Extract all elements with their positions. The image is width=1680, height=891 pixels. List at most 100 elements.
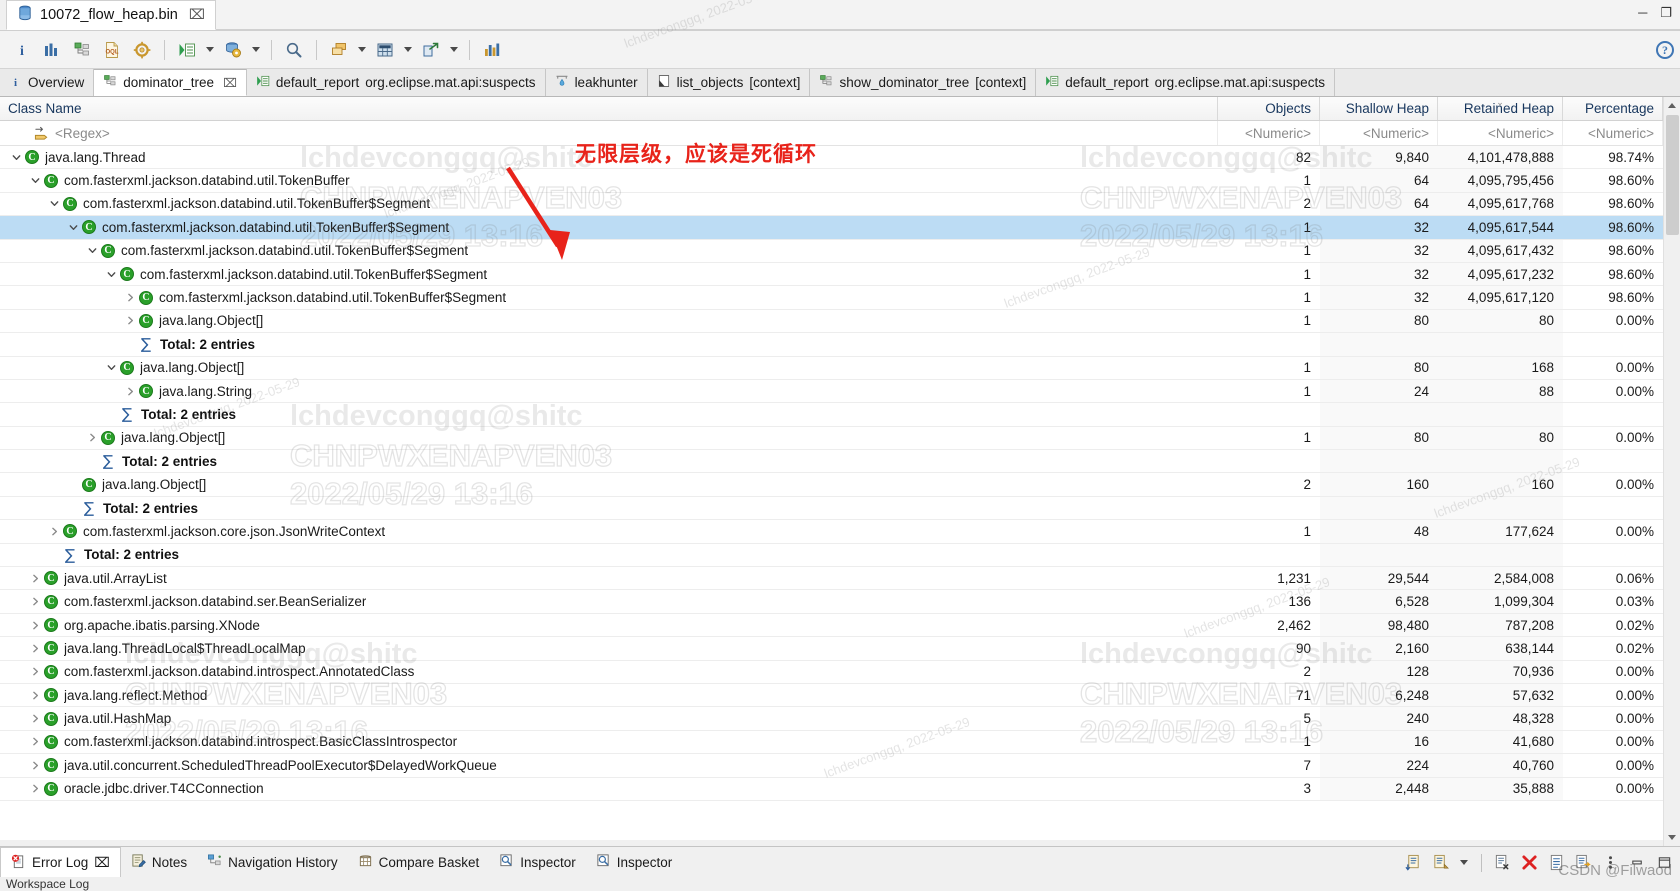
filter-col-retained-heap[interactable]: <Numeric> xyxy=(1438,121,1563,145)
chevron-right-icon[interactable] xyxy=(27,590,43,612)
dominator-tree-icon[interactable] xyxy=(68,36,96,64)
table-row[interactable]: Ccom.fasterxml.jackson.databind.util.Tok… xyxy=(0,263,1663,287)
table-row[interactable]: Cjava.util.ArrayList 1,231 29,544 2,584,008… xyxy=(0,567,1663,591)
help-icon[interactable]: ? xyxy=(1656,41,1674,59)
oql-icon[interactable]: OQL xyxy=(98,36,126,64)
query-browser-icon[interactable] xyxy=(219,36,247,64)
table-row[interactable]: Ccom.fasterxml.jackson.databind.util.Tok… xyxy=(0,286,1663,310)
table-row[interactable]: Ccom.fasterxml.jackson.databind.util.Tok… xyxy=(0,193,1663,217)
chevron-down-icon[interactable] xyxy=(84,240,100,262)
export-icon[interactable] xyxy=(417,36,445,64)
chevron-right-icon[interactable] xyxy=(27,754,43,776)
overview-info-icon[interactable]: i xyxy=(8,36,36,64)
chevron-right-icon[interactable] xyxy=(122,310,138,332)
close-icon[interactable]: ⌧ xyxy=(94,855,110,871)
table-row[interactable]: Cjava.lang.Object[] 2 160 160 0.00% xyxy=(0,473,1663,497)
thread-overview-icon[interactable] xyxy=(128,36,156,64)
table-row[interactable]: ∑ Total: 2 entries xyxy=(0,333,1663,357)
tab-leakhunter[interactable]: leakhunter xyxy=(545,69,648,96)
table-row[interactable]: ∑ Total: 2 entries xyxy=(0,544,1663,568)
tab-list-objects[interactable]: list_objects [context] xyxy=(647,69,811,96)
bottom-tab-navigation-history[interactable]: Navigation History xyxy=(197,847,348,877)
chevron-down-icon[interactable] xyxy=(103,263,119,285)
calculate-retained-size-icon[interactable] xyxy=(371,36,399,64)
scroll-up-arrow-icon[interactable] xyxy=(1663,97,1680,114)
delete-log-icon[interactable] xyxy=(1519,853,1539,873)
col-shallow-heap[interactable]: Shallow Heap xyxy=(1320,97,1438,120)
scroll-down-arrow-icon[interactable] xyxy=(1663,829,1680,846)
close-icon[interactable]: ⌧ xyxy=(189,7,205,23)
bottom-tab-error-log[interactable]: Error Log ⌧ xyxy=(0,847,121,877)
chevron-right-icon[interactable] xyxy=(27,637,43,659)
chevron-right-icon[interactable] xyxy=(27,567,43,589)
group-result-dropdown-arrow-icon[interactable] xyxy=(355,36,369,64)
calculate-retained-size-dropdown-arrow-icon[interactable] xyxy=(401,36,415,64)
import-log-icon[interactable] xyxy=(1430,853,1450,873)
table-row[interactable]: Cjava.lang.reflect.Method 71 6,248 57,632 0.… xyxy=(0,684,1663,708)
histogram-icon[interactable] xyxy=(38,36,66,64)
table-row[interactable]: Cjava.lang.Object[] 1 80 80 0.00% xyxy=(0,310,1663,334)
find-icon[interactable] xyxy=(280,36,308,64)
filter-col-objects[interactable]: <Numeric> xyxy=(1218,121,1320,145)
table-row[interactable]: Cjava.util.concurrent.ScheduledThreadPoo… xyxy=(0,754,1663,778)
tab-show-dominator-tree[interactable]: show_dominator_tree [context] xyxy=(810,69,1037,96)
tab-overview[interactable]: i Overview xyxy=(0,69,95,96)
table-row[interactable]: Corg.apache.ibatis.parsing.XNode 2,462 98,… xyxy=(0,614,1663,638)
chevron-right-icon[interactable] xyxy=(27,707,43,729)
table-row[interactable]: Ccom.fasterxml.jackson.databind.util.Tok… xyxy=(0,169,1663,193)
table-row[interactable]: Cjava.lang.ThreadLocal$ThreadLocalMap 90 2… xyxy=(0,637,1663,661)
maximize-icon[interactable]: ❐ xyxy=(1660,6,1672,19)
chevron-right-icon[interactable] xyxy=(27,778,43,800)
chevron-right-icon[interactable] xyxy=(27,614,43,636)
chevron-right-icon[interactable] xyxy=(27,661,43,683)
filter-col-percentage[interactable]: <Numeric> xyxy=(1563,121,1663,145)
tab-default-report-suspects-1[interactable]: default_report org.eclipse.mat.api:suspe… xyxy=(246,69,546,96)
chevron-right-icon[interactable] xyxy=(122,380,138,402)
chevron-down-icon[interactable] xyxy=(103,357,119,379)
table-row[interactable]: Ccom.fasterxml.jackson.databind.util.Tok… xyxy=(0,216,1663,240)
chevron-down-icon[interactable] xyxy=(27,169,43,191)
export-dropdown-arrow-icon[interactable] xyxy=(447,36,461,64)
tab-dominator-tree[interactable]: dominator_tree ⌧ xyxy=(94,69,247,96)
tab-default-report-suspects-2[interactable]: default_report org.eclipse.mat.api:suspe… xyxy=(1036,69,1335,96)
run-expert-system-icon[interactable] xyxy=(173,36,201,64)
filter-col-class-name[interactable]: <Regex> xyxy=(0,121,1218,145)
chevron-right-icon[interactable] xyxy=(27,684,43,706)
chevron-down-icon[interactable] xyxy=(65,216,81,238)
table-row[interactable]: Coracle.jdbc.driver.T4CConnection 3 2,448 3… xyxy=(0,778,1663,801)
table-row[interactable]: Ccom.fasterxml.jackson.databind.introspe… xyxy=(0,731,1663,755)
minimize-icon[interactable]: ─ xyxy=(1638,6,1647,19)
table-row[interactable]: ∑ Total: 2 entries xyxy=(0,497,1663,521)
table-filter-row[interactable]: <Regex> <Numeric> <Numeric> <Numeric> <Numer… xyxy=(0,121,1663,146)
table-row[interactable]: Ccom.fasterxml.jackson.databind.ser.Bean… xyxy=(0,590,1663,614)
col-class-name[interactable]: Class Name xyxy=(0,97,1218,120)
chevron-down-icon[interactable] xyxy=(8,146,24,168)
close-icon[interactable]: ⌧ xyxy=(223,76,237,90)
table-row[interactable]: Cjava.lang.String 1 24 88 0.00% xyxy=(0,380,1663,404)
heap-editor-tab[interactable]: 10072_flow_heap.bin ⌧ xyxy=(6,0,217,30)
chevron-right-icon[interactable] xyxy=(84,427,100,449)
table-row[interactable]: ∑ Total: 2 entries xyxy=(0,450,1663,474)
chevron-down-icon[interactable] xyxy=(46,193,62,215)
view-menu-arrow-icon[interactable] xyxy=(1457,849,1471,877)
bottom-tab-inspector-2[interactable]: Inspector xyxy=(586,847,683,877)
group-result-icon[interactable] xyxy=(325,36,353,64)
vertical-scrollbar[interactable] xyxy=(1663,97,1680,846)
col-retained-heap[interactable]: ⌄ Retained Heap xyxy=(1438,97,1563,120)
col-objects[interactable]: Objects xyxy=(1218,97,1320,120)
table-row[interactable]: Cjava.lang.Thread 82 9,840 4,101,478,888 98.… xyxy=(0,146,1663,170)
table-row[interactable]: Ccom.fasterxml.jackson.core.json.JsonWri… xyxy=(0,520,1663,544)
bottom-tab-inspector-1[interactable]: Inspector xyxy=(489,847,586,877)
chevron-right-icon[interactable] xyxy=(122,286,138,308)
filter-col-shallow-heap[interactable]: <Numeric> xyxy=(1320,121,1438,145)
compare-icon[interactable] xyxy=(478,36,506,64)
query-browser-dropdown-arrow-icon[interactable] xyxy=(249,36,263,64)
bottom-tab-compare-basket[interactable]: Compare Basket xyxy=(348,847,490,877)
run-expert-system-dropdown-arrow-icon[interactable] xyxy=(203,36,217,64)
table-row[interactable]: Ccom.fasterxml.jackson.databind.util.Tok… xyxy=(0,240,1663,263)
col-percentage[interactable]: Percentage xyxy=(1563,97,1663,120)
chevron-right-icon[interactable] xyxy=(46,520,62,542)
table-row[interactable]: Ccom.fasterxml.jackson.databind.introspe… xyxy=(0,661,1663,684)
chevron-right-icon[interactable] xyxy=(27,731,43,753)
table-row[interactable]: Cjava.util.HashMap 5 240 48,328 0.00% xyxy=(0,707,1663,731)
